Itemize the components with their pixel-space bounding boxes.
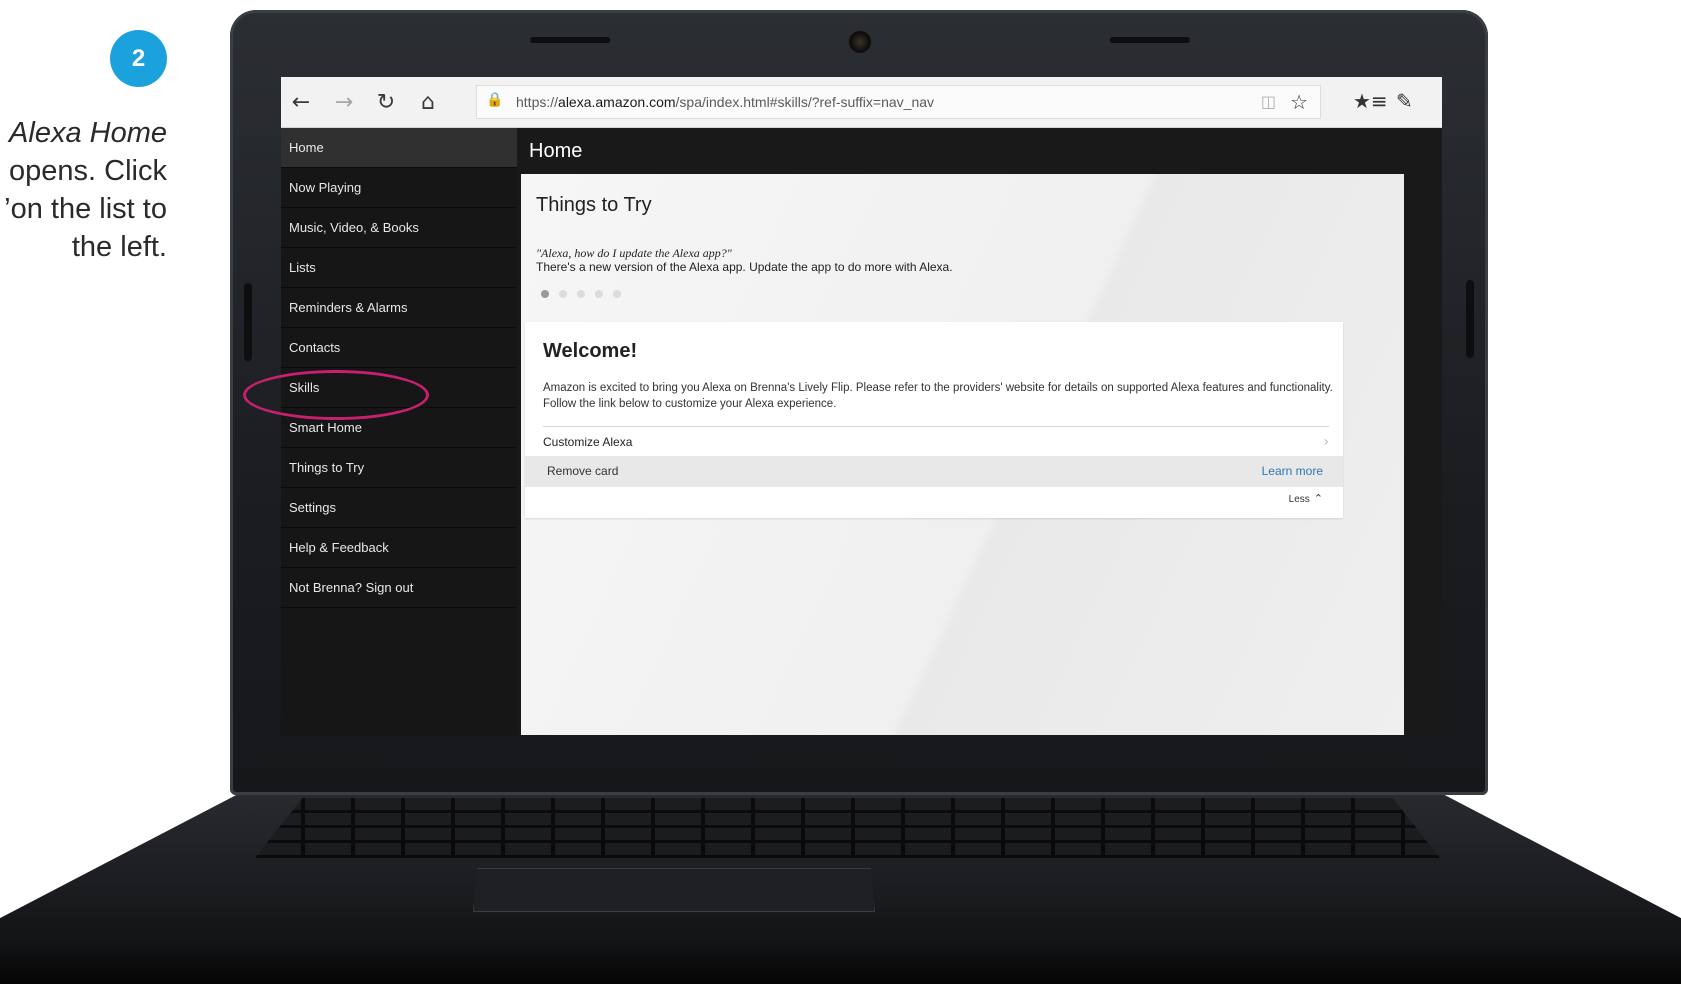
bezel-speaker-left — [530, 37, 610, 43]
sidebar-item-skills[interactable]: Skills — [281, 368, 517, 408]
alexa-sidebar-nav: Home Now Playing Music, Video, & Books L… — [281, 128, 517, 735]
less-toggle[interactable]: Less ⌃ — [1289, 492, 1323, 505]
carousel-dot[interactable] — [613, 290, 621, 298]
things-to-try-title: Things to Try — [536, 194, 652, 216]
carousel-dot[interactable] — [559, 290, 567, 298]
sidebar-item-settings[interactable]: Settings — [281, 488, 517, 528]
laptop-base-edge — [0, 935, 1681, 984]
customize-alexa-link[interactable]: Customize Alexa › — [543, 426, 1329, 457]
chevron-right-icon: › — [1323, 434, 1329, 450]
sidebar-item-music-video-books[interactable]: Music, Video, & Books — [281, 208, 517, 248]
sidebar-item-contacts[interactable]: Contacts — [281, 328, 517, 368]
laptop-side-button-left — [244, 283, 252, 361]
url-path: /spa/index.html#skills/?ref-suffix=nav_n… — [675, 94, 935, 110]
instruction-line1-prefix: e — [0, 117, 9, 149]
instruction-line3: ’on the list to — [4, 193, 167, 225]
page-title: Home — [529, 140, 583, 162]
step-number-badge: 2 — [110, 30, 167, 87]
url-domain: alexa.amazon.com — [558, 94, 676, 110]
laptop-side-button-right — [1466, 280, 1474, 358]
refresh-icon[interactable]: ↻ — [372, 88, 400, 116]
forward-arrow-icon[interactable]: → — [330, 88, 358, 116]
instruction-line2: e opens. Click — [0, 155, 167, 187]
url-prefix: https:// — [516, 94, 559, 110]
instruction-line4: the left. — [71, 231, 167, 263]
sidebar-item-help-feedback[interactable]: Help & Feedback — [281, 528, 517, 568]
sidebar-item-home[interactable]: Home — [281, 128, 517, 168]
pen-note-icon[interactable]: ✎ — [1396, 89, 1413, 113]
welcome-card: Welcome! Amazon is excited to bring you … — [525, 322, 1343, 518]
customize-alexa-label: Customize Alexa — [543, 435, 633, 449]
laptop-screen: ← → ↻ ⌂ 🔒 https://alexa.amazon.com/spa/i… — [281, 77, 1442, 735]
instruction-text: e Alexa Home e opens. Click ’on the list… — [0, 114, 167, 266]
favorite-star-icon[interactable]: ☆ — [1290, 90, 1308, 114]
carousel-dot[interactable] — [541, 290, 549, 298]
back-arrow-icon[interactable]: ← — [287, 88, 315, 116]
carousel-dot[interactable] — [595, 290, 603, 298]
reading-view-icon[interactable]: ◫ — [1261, 92, 1276, 111]
sidebar-item-lists[interactable]: Lists — [281, 248, 517, 288]
address-bar[interactable]: 🔒 https://alexa.amazon.com/spa/index.htm… — [476, 85, 1321, 119]
sidebar-item-reminders-alarms[interactable]: Reminders & Alarms — [281, 288, 517, 328]
home-panel: Things to Try "Alexa, how do I update th… — [521, 174, 1404, 735]
remove-card-button[interactable]: Remove card — [547, 456, 618, 487]
home-icon[interactable]: ⌂ — [414, 88, 442, 116]
browser-toolbar: ← → ↻ ⌂ 🔒 https://alexa.amazon.com/spa/i… — [281, 77, 1442, 128]
things-to-try-quote: "Alexa, how do I update the Alexa app?" — [536, 246, 732, 260]
welcome-card-title: Welcome! — [543, 340, 638, 362]
learn-more-link[interactable]: Learn more — [1262, 456, 1323, 487]
laptop-keyboard — [255, 798, 1440, 858]
carousel-dot[interactable] — [577, 290, 585, 298]
alexa-main-content: Home Things to Try "Alexa, how do I upda… — [517, 128, 1442, 735]
lock-icon: 🔒 — [486, 92, 504, 108]
carousel-dots — [541, 290, 621, 298]
instruction-app-name: Alexa Home — [9, 117, 167, 149]
things-to-try-description: There's a new version of the Alexa app. … — [536, 260, 953, 274]
chevron-up-icon: ⌃ — [1313, 492, 1323, 505]
welcome-card-body: Amazon is excited to bring you Alexa on … — [543, 382, 1333, 410]
sidebar-item-sign-out[interactable]: Not Brenna? Sign out — [281, 568, 517, 608]
sidebar-item-now-playing[interactable]: Now Playing — [281, 168, 517, 208]
webcam-icon — [847, 29, 873, 55]
laptop-touchpad — [473, 868, 875, 912]
sidebar-item-things-to-try[interactable]: Things to Try — [281, 448, 517, 488]
favorites-list-icon[interactable]: ★≡ — [1353, 89, 1388, 113]
url-text[interactable]: https://alexa.amazon.com/spa/index.html#… — [516, 94, 934, 110]
card-actions-row: Remove card Learn more — [525, 456, 1343, 487]
less-label: Less — [1288, 494, 1310, 505]
sidebar-item-smart-home[interactable]: Smart Home — [281, 408, 517, 448]
bezel-speaker-right — [1110, 37, 1190, 43]
